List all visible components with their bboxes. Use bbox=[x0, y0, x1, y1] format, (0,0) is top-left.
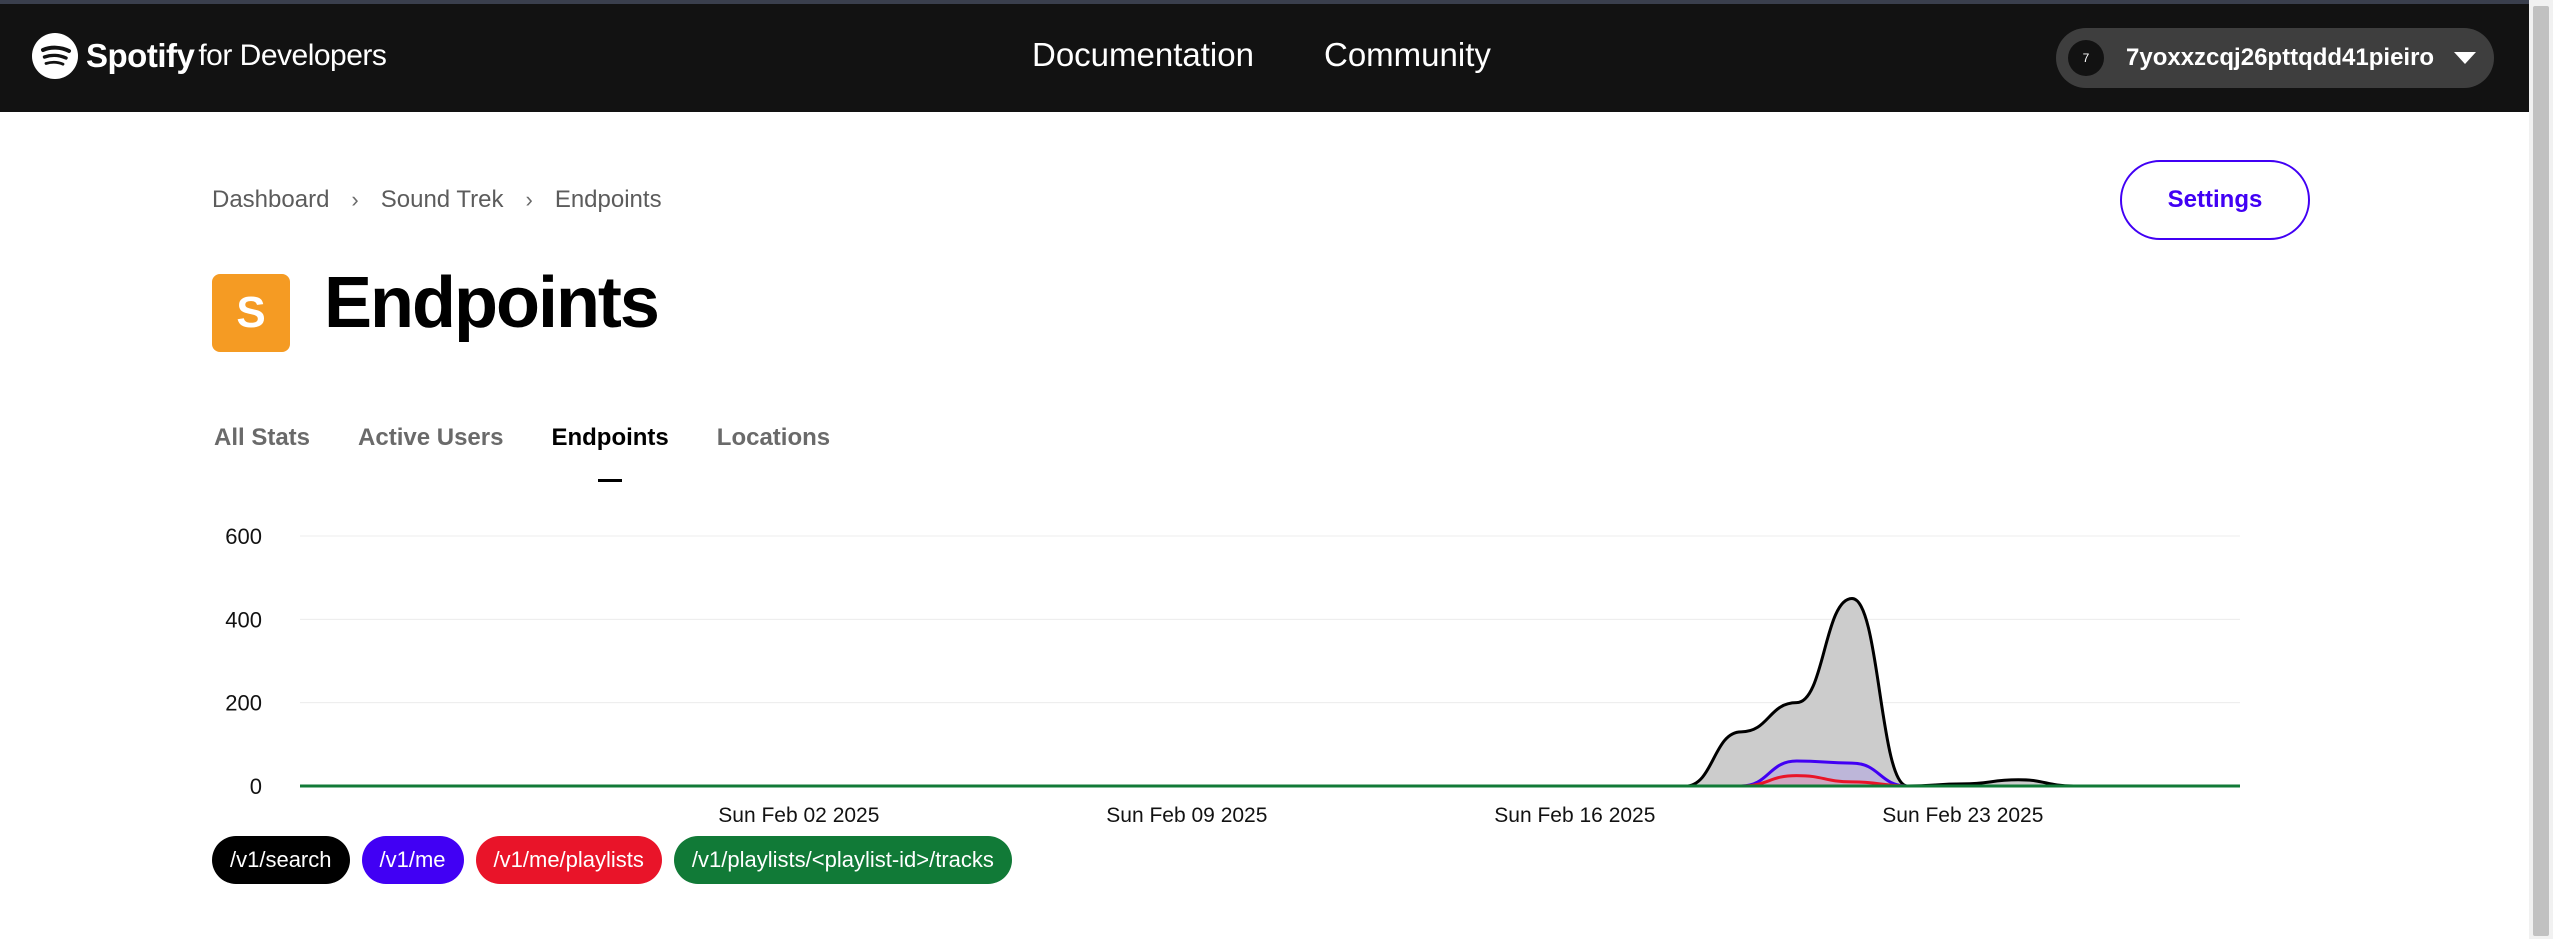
y-tick-label: 0 bbox=[250, 774, 262, 799]
x-tick-label: Sun Feb 16 2025 bbox=[1494, 804, 1655, 827]
tab-all-stats[interactable]: All Stats bbox=[214, 424, 310, 452]
avatar: 7 bbox=[2068, 40, 2104, 76]
x-tick-label: Sun Feb 23 2025 bbox=[1882, 804, 2043, 827]
spotify-logo-icon bbox=[32, 33, 78, 79]
chevron-right-icon: › bbox=[525, 187, 533, 212]
chevron-right-icon: › bbox=[351, 187, 359, 212]
x-tick-label: Sun Feb 02 2025 bbox=[718, 804, 879, 827]
series-area bbox=[300, 761, 2240, 786]
y-tick-label: 600 bbox=[225, 524, 262, 549]
tab-locations[interactable]: Locations bbox=[717, 424, 830, 452]
nav-link-documentation[interactable]: Documentation bbox=[1032, 36, 1254, 74]
scrollbar-thumb[interactable] bbox=[2533, 6, 2549, 936]
legend-item[interactable]: /v1/playlists/<playlist-id>/tracks bbox=[673, 836, 1012, 884]
breadcrumb: Dashboard › Sound Trek › Endpoints bbox=[212, 186, 662, 214]
page-title: Endpoints bbox=[324, 263, 660, 343]
breadcrumb-dashboard[interactable]: Dashboard bbox=[212, 186, 329, 214]
y-tick-label: 400 bbox=[225, 607, 262, 632]
brand-subtitle: for Developers bbox=[198, 39, 387, 72]
settings-button[interactable]: Settings bbox=[2120, 160, 2310, 240]
endpoints-area-chart: 0 200 400 600 Sun Feb 02 2025 Sun Feb 09 2025… bbox=[225, 524, 2240, 827]
brand-link[interactable]: Spotify for Developers bbox=[32, 30, 387, 82]
series-line bbox=[300, 596, 2240, 788]
user-name: 7yoxxzcqj26pttqdd41pieiro bbox=[2126, 44, 2435, 71]
chart-legend: /v1/search/v1/me/v1/me/playlists/v1/play… bbox=[212, 836, 1024, 884]
vertical-scrollbar[interactable] bbox=[2529, 0, 2553, 939]
breadcrumb-current: Endpoints bbox=[554, 186, 662, 213]
series-area bbox=[300, 598, 2240, 786]
series-line bbox=[300, 759, 2240, 788]
stats-tabs: All Stats Active Users Endpoints Locatio… bbox=[214, 424, 878, 482]
user-menu-button[interactable]: 7 7yoxxzcqj26pttqdd41pieiro bbox=[2056, 28, 2494, 88]
caret-down-icon bbox=[2454, 52, 2476, 64]
legend-item[interactable]: /v1/me/playlists bbox=[475, 836, 662, 884]
tab-active-users[interactable]: Active Users bbox=[358, 424, 503, 452]
legend-item[interactable]: /v1/me bbox=[361, 836, 464, 884]
x-tick-label: Sun Feb 09 2025 bbox=[1106, 804, 1267, 827]
legend-item[interactable]: /v1/search bbox=[212, 836, 350, 884]
breadcrumb-app[interactable]: Sound Trek bbox=[381, 186, 504, 214]
nav-link-community[interactable]: Community bbox=[1324, 36, 1491, 74]
tab-endpoints[interactable]: Endpoints bbox=[551, 424, 669, 482]
app-icon: S bbox=[212, 274, 290, 352]
brand-name: Spotify bbox=[86, 37, 195, 74]
y-tick-label: 200 bbox=[225, 691, 262, 716]
